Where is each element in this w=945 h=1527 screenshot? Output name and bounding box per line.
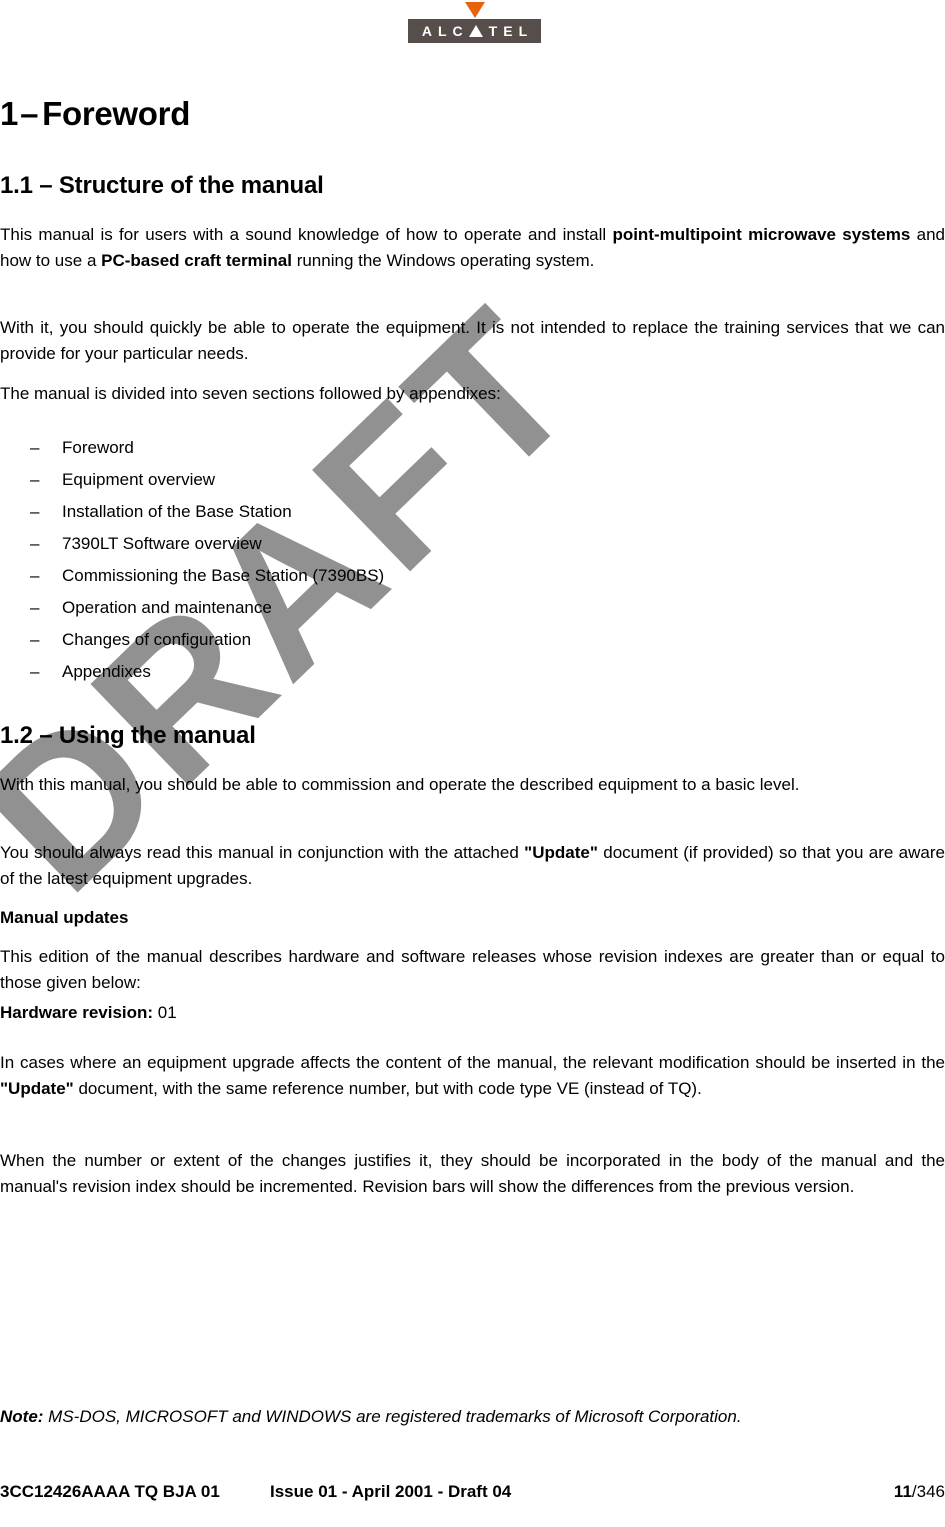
list-item: – Appendixes bbox=[0, 656, 945, 688]
paragraph-this-edition: This edition of the manual describes har… bbox=[0, 947, 945, 992]
list-item-label: Installation of the Base Station bbox=[62, 502, 292, 521]
logo-letter-t: T bbox=[488, 23, 498, 39]
list-item: – Commissioning the Base Station (7390BS) bbox=[0, 560, 945, 592]
paragraph-when-number: When the number or extent of the changes… bbox=[0, 1151, 945, 1196]
document-page: A L C T E L DRAFT 1– Foreword 1.1 – Struc… bbox=[0, 0, 945, 1527]
paragraph-divided-into-sections: The manual is divided into seven section… bbox=[0, 384, 501, 403]
list-item-label: Changes of configuration bbox=[62, 630, 252, 649]
in-cases-text-2: document, with the same reference number… bbox=[73, 1079, 702, 1098]
paragraph-using-manual-basic: With this manual, you should be able to … bbox=[0, 775, 800, 794]
list-item: – Changes of configuration bbox=[0, 624, 945, 656]
logo-letter-a1: A bbox=[421, 23, 432, 39]
always-read-bold-update: "Update" bbox=[524, 843, 598, 862]
chapter-number: 1 bbox=[0, 95, 19, 132]
list-item: – 7390LT Software overview bbox=[0, 528, 945, 560]
intro-text-1: This manual is for users with a sound kn… bbox=[0, 225, 613, 244]
list-item-label: Appendixes bbox=[62, 662, 151, 681]
logo-letter-e: E bbox=[503, 23, 513, 39]
list-item-label: Foreword bbox=[62, 438, 134, 457]
paragraph-intro: This manual is for users with a sound kn… bbox=[0, 222, 945, 274]
logo-letter-l2: L bbox=[518, 23, 528, 39]
list-dash: – bbox=[30, 502, 40, 521]
logo-letter-c: C bbox=[452, 23, 463, 39]
chapter-dash: – bbox=[20, 95, 39, 132]
list-item: – Equipment overview bbox=[0, 464, 945, 496]
list-dash: – bbox=[30, 470, 40, 489]
trademark-note: Note: MS-DOS, MICROSOFT and WINDOWS are … bbox=[0, 1405, 945, 1429]
logo-triangle-a-icon bbox=[468, 25, 483, 37]
list-dash: – bbox=[30, 598, 40, 617]
alcatel-logo: A L C T E L bbox=[408, 0, 541, 48]
intro-bold-point-multipoint: point-multipoint microwave systems bbox=[612, 225, 911, 244]
footer-page-total: /346 bbox=[911, 1482, 945, 1501]
logo-letter-l1: L bbox=[437, 23, 447, 39]
section-list: – Foreword – Equipment overview – Installat… bbox=[0, 432, 945, 688]
list-item-label: Commissioning the Base Station (7390BS) bbox=[62, 566, 385, 585]
paragraph-always-read: You should always read this manual in co… bbox=[0, 840, 945, 892]
note-label: Note: bbox=[0, 1407, 44, 1426]
footer-page-number: 11 bbox=[893, 1482, 912, 1501]
hardware-revision-label: Hardware revision: bbox=[0, 1003, 154, 1022]
footer-document-code: 3CC12426AAAA TQ BJA 01 bbox=[0, 1482, 220, 1501]
page-footer: 3CC12426AAAA TQ BJA 01 Issue 01 - April … bbox=[0, 1482, 945, 1506]
subheading-manual-updates: Manual updates bbox=[0, 908, 129, 927]
always-read-text-1: You should always read this manual in co… bbox=[0, 843, 525, 862]
list-dash: – bbox=[30, 566, 40, 585]
page-title: 1– Foreword bbox=[0, 95, 190, 133]
list-item: – Foreword bbox=[0, 432, 945, 464]
heading-structure-of-the-manual: 1.1 – Structure of the manual bbox=[0, 172, 324, 199]
in-cases-bold-update: "Update" bbox=[0, 1079, 74, 1098]
logo-wordmark: A L C T E L bbox=[408, 19, 541, 43]
list-item: – Operation and maintenance bbox=[0, 592, 945, 624]
footer-page-indicator: 11/346 bbox=[894, 1482, 945, 1502]
paragraph-with-it: With it, you should quickly be able to o… bbox=[0, 318, 945, 363]
paragraph-in-cases: In cases where an equipment upgrade affe… bbox=[0, 1050, 945, 1102]
heading-using-the-manual: 1.2 – Using the manual bbox=[0, 722, 256, 749]
list-item-label: Equipment overview bbox=[62, 470, 216, 489]
intro-text-3: running the Windows operating system. bbox=[291, 251, 595, 270]
paragraph-hardware-revision: Hardware revision: 01 bbox=[0, 1000, 945, 1026]
chapter-title: Foreword bbox=[42, 95, 191, 132]
list-dash: – bbox=[30, 630, 40, 649]
list-dash: – bbox=[30, 662, 40, 681]
list-dash: – bbox=[30, 534, 40, 553]
list-item-label: Operation and maintenance bbox=[62, 598, 272, 617]
list-dash: – bbox=[30, 438, 40, 457]
list-item: – Installation of the Base Station bbox=[0, 496, 945, 528]
footer-issue-info: Issue 01 - April 2001 - Draft 04 bbox=[270, 1482, 512, 1501]
hardware-revision-value: 01 bbox=[153, 1003, 177, 1022]
note-body: MS-DOS, MICROSOFT and WINDOWS are regist… bbox=[43, 1407, 742, 1426]
orange-triangle-icon bbox=[465, 2, 485, 18]
intro-bold-pc-craft-terminal: PC-based craft terminal bbox=[101, 251, 292, 270]
in-cases-text-1: In cases where an equipment upgrade affe… bbox=[0, 1053, 945, 1072]
list-item-label: 7390LT Software overview bbox=[62, 534, 262, 553]
